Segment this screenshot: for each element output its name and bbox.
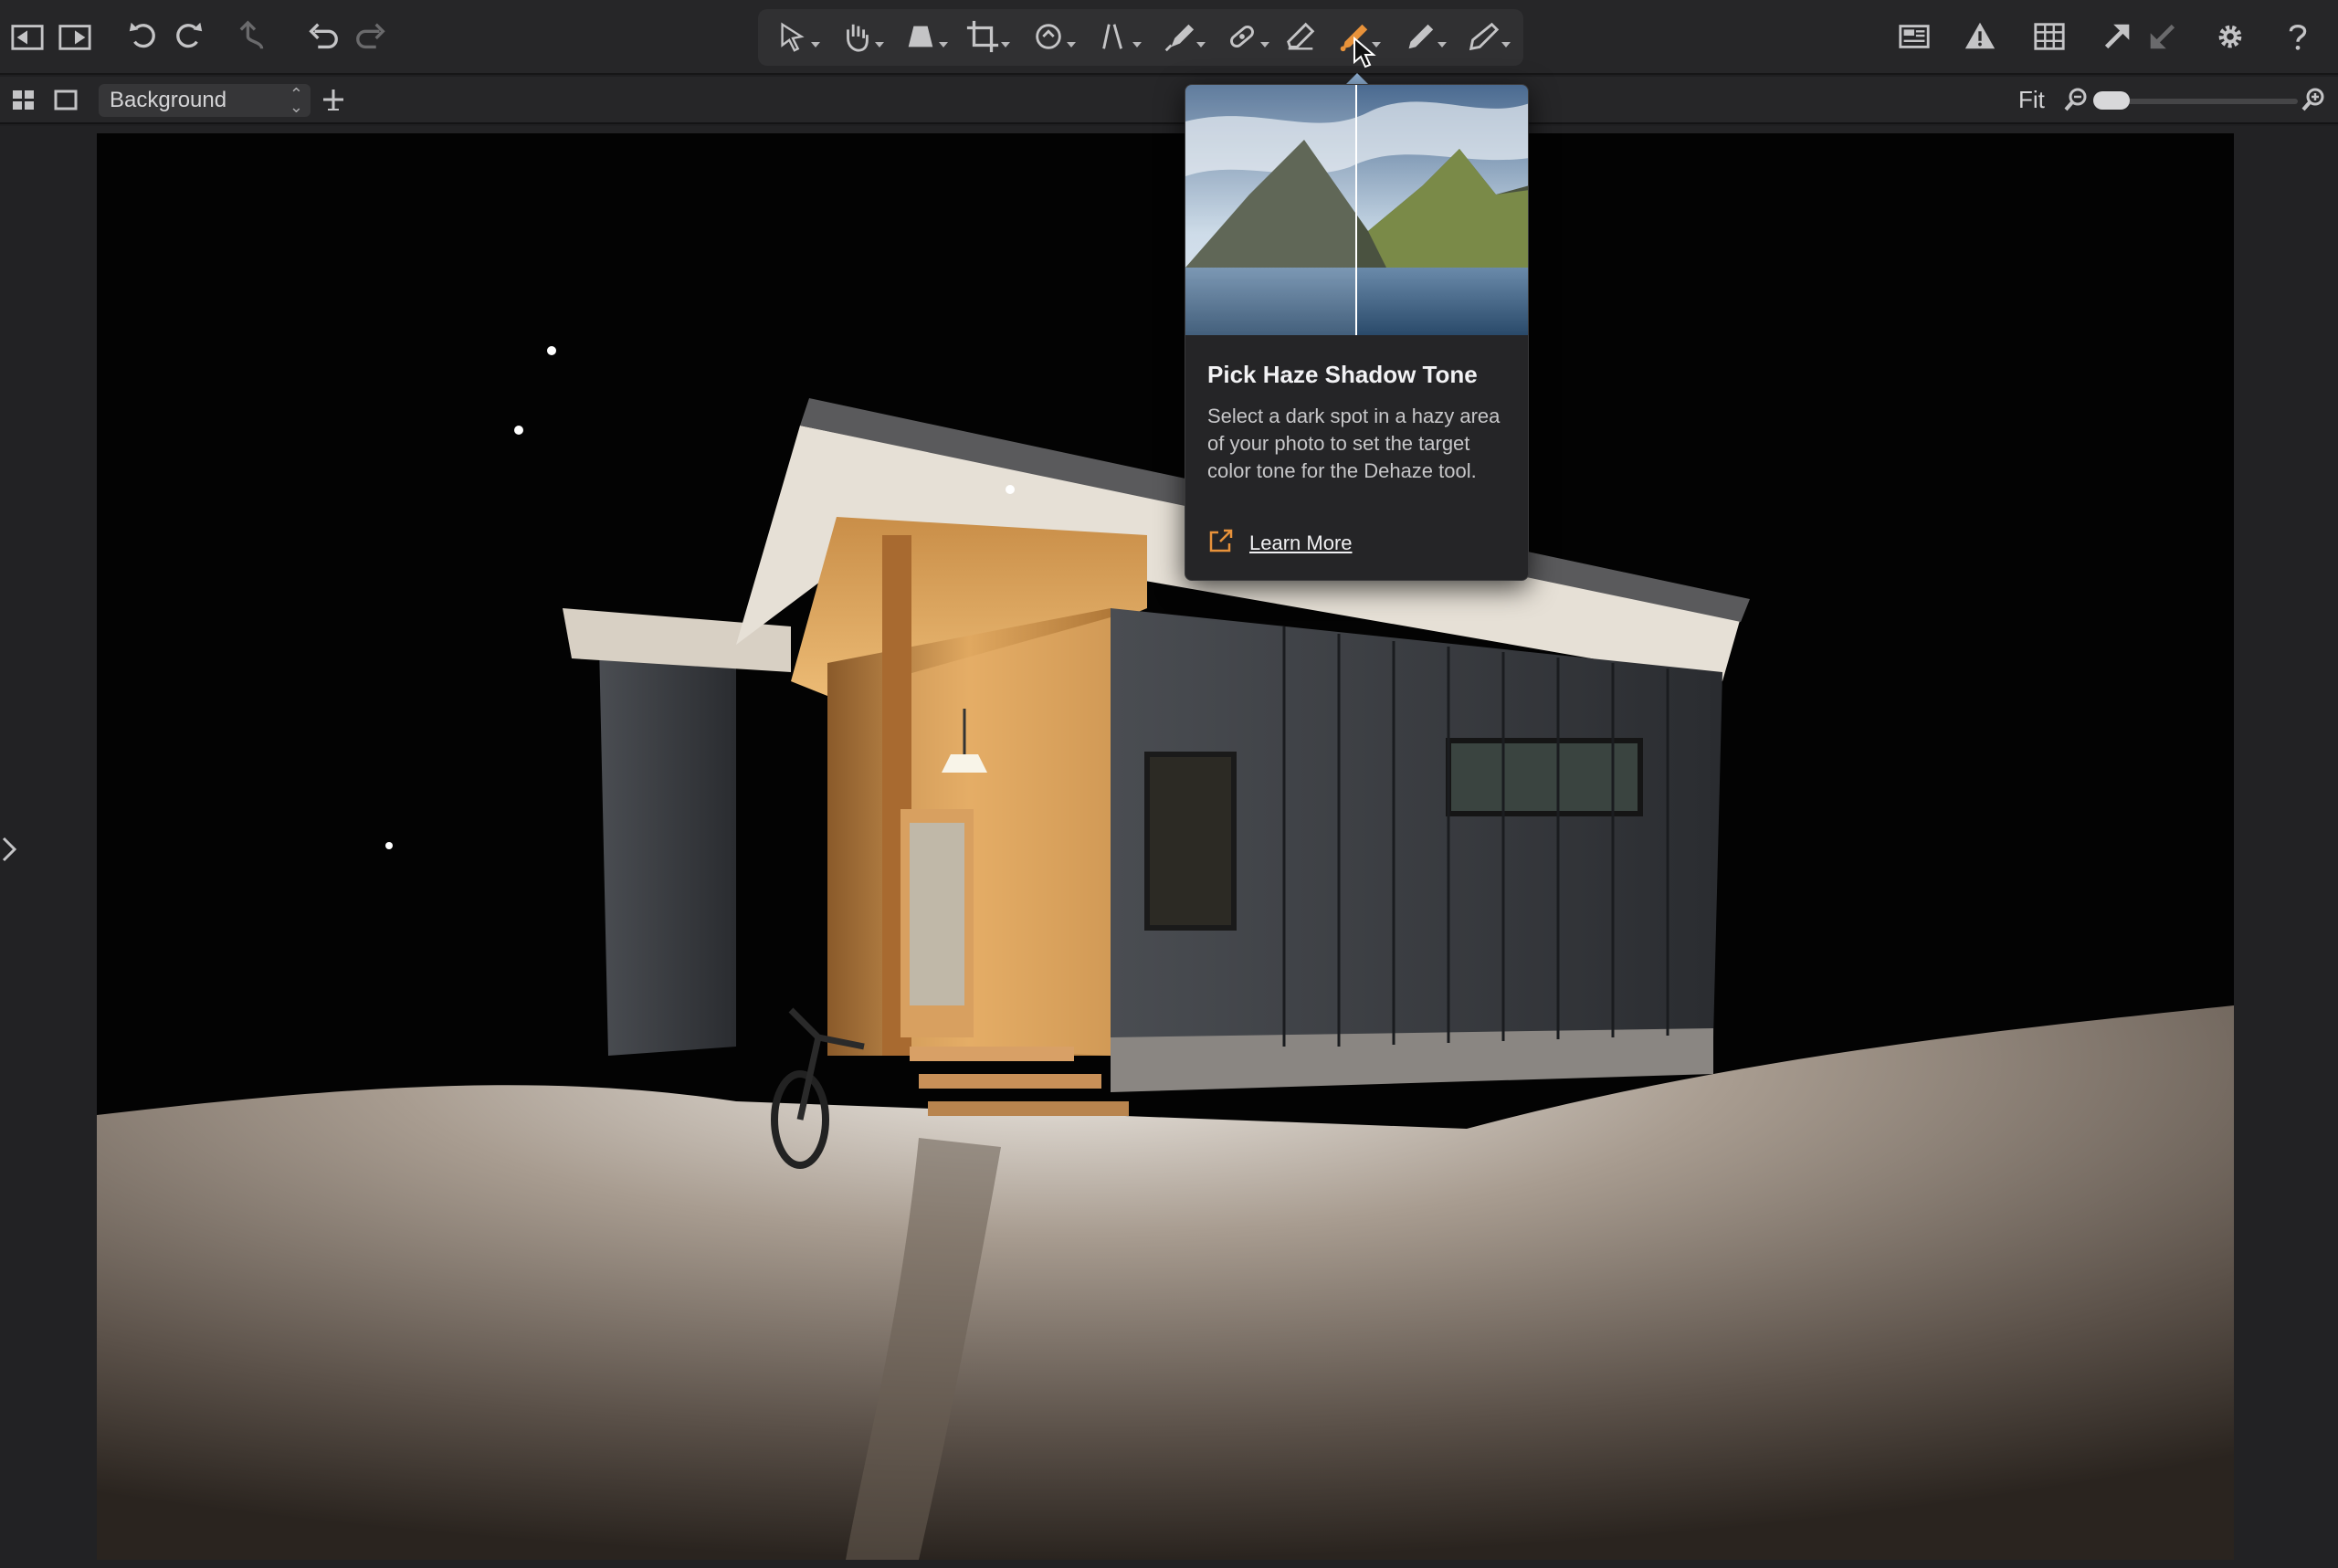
straighten-tool-icon[interactable] xyxy=(1092,15,1142,58)
tooltip-preview-image xyxy=(1185,85,1528,335)
cursor-tool-icon[interactable] xyxy=(771,15,820,58)
expand-panel-icon[interactable] xyxy=(0,822,20,877)
undo-icon[interactable] xyxy=(301,15,345,58)
tooltip-arrow xyxy=(1346,73,1368,84)
learn-more-label[interactable]: Learn More xyxy=(1249,531,1353,555)
zoom-fit-label[interactable]: Fit xyxy=(2018,86,2045,114)
tool-tooltip: Pick Haze Shadow Tone Select a dark spot… xyxy=(1185,84,1529,581)
keystone-tool-icon[interactable] xyxy=(899,15,948,58)
external-link-icon xyxy=(1207,527,1235,559)
tooltip-title: Pick Haze Shadow Tone xyxy=(1207,361,1478,388)
zoom-in-icon[interactable] xyxy=(2300,86,2327,113)
rotate-left-icon[interactable] xyxy=(121,15,165,58)
layer-select-value: Background xyxy=(110,88,227,112)
grid-view-icon[interactable] xyxy=(11,88,37,113)
rotate-right-icon[interactable] xyxy=(166,15,210,58)
pan-tool-icon[interactable] xyxy=(835,15,884,58)
image-viewer[interactable] xyxy=(0,126,2338,1568)
zoom-out-icon[interactable] xyxy=(2062,86,2090,113)
import-icon[interactable] xyxy=(5,15,49,58)
brush-tool-icon[interactable] xyxy=(1156,15,1206,58)
layout-icon[interactable] xyxy=(1892,15,1936,58)
redo-icon[interactable] xyxy=(349,15,393,58)
mouse-cursor-icon xyxy=(1353,36,1376,69)
up-down-icon: ⌃ ⌄ xyxy=(289,85,303,116)
annotate-tool-icon[interactable] xyxy=(1461,15,1511,58)
help-icon[interactable] xyxy=(2276,15,2320,58)
layer-select[interactable]: Background ⌃ ⌄ xyxy=(99,84,311,117)
settings-gear-icon[interactable] xyxy=(2208,15,2252,58)
photo-canvas[interactable] xyxy=(97,133,2234,1560)
warning-icon[interactable] xyxy=(1958,15,2002,58)
tooltip-description: Select a dark spot in a hazy area of you… xyxy=(1207,405,1501,482)
main-toolbar xyxy=(0,0,2338,75)
grid-icon[interactable] xyxy=(2027,15,2071,58)
export-icon[interactable] xyxy=(53,15,97,58)
zoom-slider-knob[interactable] xyxy=(2093,91,2130,110)
add-layer-icon[interactable] xyxy=(320,86,347,113)
move-down-icon[interactable] xyxy=(2141,15,2185,58)
rotate-tool-icon[interactable] xyxy=(1027,15,1076,58)
heal-tool-icon[interactable] xyxy=(1220,15,1269,58)
eraser-tool-icon[interactable] xyxy=(1279,15,1322,58)
learn-more-link[interactable]: Learn More xyxy=(1207,527,1353,559)
single-view-icon[interactable] xyxy=(53,88,79,113)
layer-bar: Background ⌃ ⌄ Fit xyxy=(0,77,2338,124)
app-window: Background ⌃ ⌄ Fit Pick Haze Shadow Tone… xyxy=(0,0,2338,1568)
undo-step-icon[interactable] xyxy=(233,15,277,58)
crop-tool-icon[interactable] xyxy=(961,15,1010,58)
color-picker-icon[interactable] xyxy=(1397,15,1447,58)
move-up-icon[interactable] xyxy=(2095,15,2139,58)
